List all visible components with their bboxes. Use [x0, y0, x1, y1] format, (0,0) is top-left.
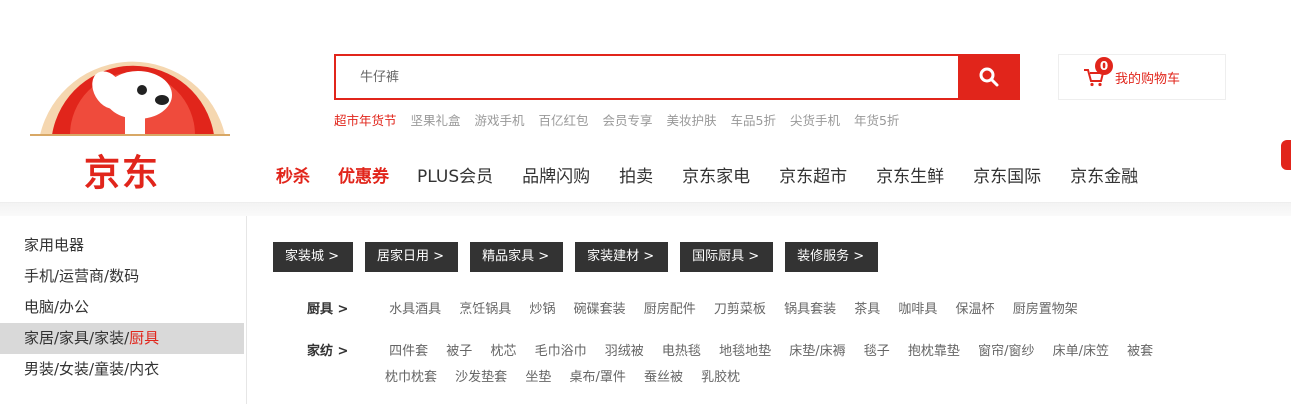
nav-item-brand-flash[interactable]: 品牌闪购 — [522, 162, 590, 187]
category-label: 男装/女装/童装/内衣 — [24, 360, 160, 378]
subcategory-link[interactable]: 茶具 — [854, 302, 880, 317]
subcategory-link[interactable]: 枕芯 — [490, 344, 516, 359]
subcategory-link[interactable]: 电热毯 — [662, 344, 701, 359]
cart-count-badge: 0 — [1095, 57, 1113, 75]
subcategory-link[interactable]: 水具酒具 — [389, 302, 441, 317]
subcategory-link[interactable]: 四件套 — [389, 344, 428, 359]
subcategory-link[interactable]: 蚕丝被 — [644, 370, 683, 385]
subcategory-link[interactable]: 坐垫 — [525, 370, 551, 385]
subcategory-link[interactable]: 保温杯 — [956, 302, 995, 317]
category-popup-panel: 家装城 > 居家日用 > 精品家具 > 家装建材 > 国际厨具 > 装修服务 >… — [246, 216, 1291, 404]
subcategory-link[interactable]: 沙发垫套 — [455, 370, 507, 385]
subcategory-link[interactable]: 被子 — [446, 344, 472, 359]
row-heading[interactable]: 家纺 > — [307, 340, 385, 359]
nav-item-supermarket[interactable]: 京东超市 — [779, 162, 847, 187]
channel-tag[interactable]: 家装城 > — [273, 242, 354, 272]
category-item[interactable]: 男装/女装/童装/内衣 — [0, 354, 244, 385]
jd-mascot-icon — [30, 61, 230, 136]
nav-item-international[interactable]: 京东国际 — [973, 162, 1041, 187]
subcategory-link[interactable]: 厨房置物架 — [1013, 302, 1078, 317]
hotword-link[interactable]: 车品5折 — [731, 113, 776, 128]
channel-tag[interactable]: 精品家具 > — [470, 242, 564, 272]
search-icon — [979, 67, 999, 87]
subcategory-link[interactable]: 地毯地垫 — [719, 344, 771, 359]
subcategory-link[interactable]: 抱枕靠垫 — [908, 344, 960, 359]
nav-item-seckill[interactable]: 秒杀 — [276, 162, 310, 187]
subcategory-link[interactable]: 乳胶枕 — [701, 370, 740, 385]
category-highlight: 厨具 — [129, 329, 160, 347]
channel-tags: 家装城 > 居家日用 > 精品家具 > 家装建材 > 国际厨具 > 装修服务 > — [273, 242, 890, 272]
channel-tag[interactable]: 居家日用 > — [365, 242, 459, 272]
cart-icon: 0 — [1083, 57, 1113, 87]
subcategory-link[interactable]: 羽绒被 — [605, 344, 644, 359]
jd-logo[interactable]: 京东 — [18, 40, 238, 194]
category-label: 电脑/办公 — [24, 298, 90, 316]
side-float-tab[interactable] — [1281, 140, 1291, 170]
category-item[interactable]: 手机/运营商/数码 — [0, 261, 244, 292]
nav-item-appliances[interactable]: 京东家电 — [682, 162, 750, 187]
search-box — [334, 54, 958, 100]
category-label: 家用电器 — [24, 236, 85, 254]
header-separator — [0, 202, 1291, 216]
subcategory-link[interactable]: 毛巾浴巾 — [535, 344, 587, 359]
subcategory-row-textiles: 家纺 > 四件套 被子 枕芯 毛巾浴巾 羽绒被 电热毯 地毯地垫 床垫/床褥 毯… — [307, 340, 1167, 359]
search-button[interactable] — [958, 54, 1020, 100]
subcategory-link[interactable]: 咖啡具 — [898, 302, 937, 317]
category-item[interactable]: 家用电器 — [0, 230, 244, 261]
subcategory-row-kitchen: 厨具 > 水具酒具 烹饪锅具 炒锅 碗碟套装 厨房配件 刀剪菜板 锅具套装 茶具… — [307, 298, 1092, 317]
subcategory-link[interactable]: 刀剪菜板 — [714, 302, 766, 317]
subcategory-link[interactable]: 桌布/罩件 — [569, 370, 625, 385]
subcategory-link[interactable]: 厨房配件 — [644, 302, 696, 317]
logo-text: 京东 — [84, 152, 161, 194]
nav-item-plus[interactable]: PLUS会员 — [417, 162, 493, 187]
subcategory-link[interactable]: 窗帘/窗纱 — [978, 344, 1034, 359]
hotword-link[interactable]: 美妆护肤 — [667, 113, 717, 128]
hot-search-words: 超市年货节 坚果礼盒 游戏手机 百亿红包 会员专享 美妆护肤 车品5折 尖货手机… — [334, 110, 909, 129]
category-item[interactable]: 电脑/办公 — [0, 292, 244, 323]
channel-tag[interactable]: 家装建材 > — [575, 242, 669, 272]
category-item-active[interactable]: 家居/家具/家装/厨具 — [0, 323, 244, 354]
hotword-link[interactable]: 年货5折 — [854, 113, 899, 128]
main-nav: 秒杀 优惠券 PLUS会员 品牌闪购 拍卖 京东家电 京东超市 京东生鲜 京东国… — [276, 162, 1167, 187]
hotword-link[interactable]: 游戏手机 — [475, 113, 525, 128]
search-input[interactable] — [336, 56, 958, 98]
subcategory-link[interactable]: 床垫/床褥 — [789, 344, 845, 359]
nav-item-coupons[interactable]: 优惠券 — [338, 162, 389, 187]
subcategory-link[interactable]: 烹饪锅具 — [459, 302, 511, 317]
cart-button[interactable]: 0 我的购物车 — [1058, 54, 1226, 100]
channel-tag[interactable]: 国际厨具 > — [680, 242, 774, 272]
hotword-link[interactable]: 尖货手机 — [790, 113, 840, 128]
hotword-link[interactable]: 会员专享 — [603, 113, 653, 128]
subcategory-link[interactable]: 炒锅 — [529, 302, 555, 317]
row-heading[interactable]: 厨具 > — [307, 298, 385, 317]
category-label: 家居/家具/家装/ — [24, 329, 130, 347]
hotword-link[interactable]: 超市年货节 — [334, 113, 397, 128]
nav-item-fresh[interactable]: 京东生鲜 — [876, 162, 944, 187]
subcategory-link[interactable]: 毯子 — [864, 344, 890, 359]
nav-item-finance[interactable]: 京东金融 — [1070, 162, 1138, 187]
subcategory-link[interactable]: 锅具套装 — [784, 302, 836, 317]
cart-label: 我的购物车 — [1115, 71, 1181, 87]
hotword-link[interactable]: 坚果礼盒 — [411, 113, 461, 128]
nav-item-auction[interactable]: 拍卖 — [619, 162, 653, 187]
subcategory-link[interactable]: 床单/床笠 — [1053, 344, 1109, 359]
subcategory-link[interactable]: 碗碟套装 — [574, 302, 626, 317]
category-label: 手机/运营商/数码 — [24, 267, 140, 285]
category-menu: 家用电器 手机/运营商/数码 电脑/办公 家居/家具/家装/厨具 男装/女装/童… — [0, 216, 244, 404]
subcategory-link[interactable]: 被套 — [1127, 344, 1153, 359]
hotword-link[interactable]: 百亿红包 — [539, 113, 589, 128]
subcategory-link[interactable]: 枕巾枕套 — [385, 370, 437, 385]
subcategory-row-textiles-cont: 枕巾枕套 沙发垫套 坐垫 桌布/罩件 蚕丝被 乳胶枕 — [385, 366, 754, 385]
channel-tag[interactable]: 装修服务 > — [785, 242, 879, 272]
